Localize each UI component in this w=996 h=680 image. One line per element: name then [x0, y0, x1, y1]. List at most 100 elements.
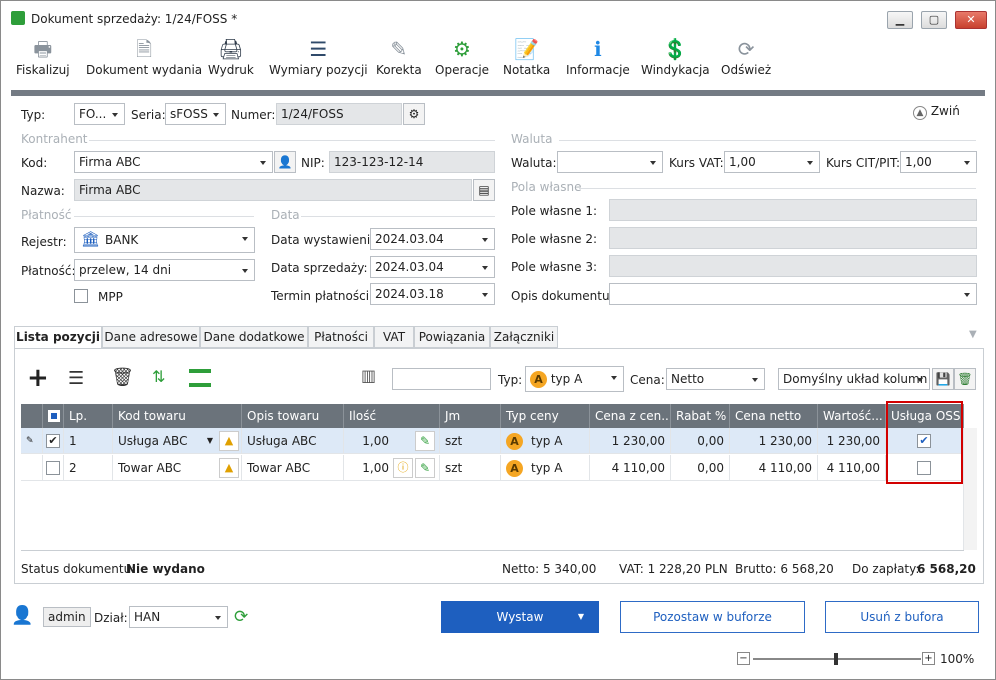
- user-badge[interactable]: admin: [43, 607, 91, 627]
- delete-icon[interactable]: 🗑: [111, 367, 134, 388]
- col-header-7[interactable]: Rabat %: [671, 404, 730, 428]
- zoom-thumb[interactable]: [834, 653, 838, 665]
- tab-3[interactable]: Płatności: [308, 326, 374, 348]
- edit-icon[interactable]: ✎: [415, 431, 435, 451]
- zoom-in-button[interactable]: +: [922, 652, 935, 665]
- toolbar-notatka[interactable]: 📝 Notatka: [503, 35, 550, 77]
- waluta-select[interactable]: [557, 151, 663, 173]
- tab-5[interactable]: Powiązania: [414, 326, 490, 348]
- zoom-out-button[interactable]: −: [737, 652, 750, 665]
- nip-field[interactable]: 123-123-12-14: [329, 151, 495, 173]
- cell-rabat[interactable]: 0,00: [671, 428, 730, 454]
- pole3-field[interactable]: [609, 255, 977, 277]
- address-card-button[interactable]: ▤: [473, 179, 495, 201]
- save-layout-button[interactable]: 💾: [932, 368, 954, 390]
- collapse-button[interactable]: ▲ Zwiń: [913, 104, 960, 120]
- data-sprz-picker[interactable]: 2024.03.04: [370, 256, 495, 278]
- cell-jm[interactable]: szt: [440, 428, 501, 454]
- tab-6[interactable]: Załączniki: [490, 326, 558, 348]
- opis-select[interactable]: [609, 283, 977, 305]
- toolbar-odśwież[interactable]: ⟳ Odśwież: [721, 35, 771, 77]
- row-checkbox[interactable]: ✔: [46, 434, 60, 448]
- cell-typ[interactable]: Atyp A: [501, 428, 590, 454]
- sort-icon[interactable]: ⇅: [152, 367, 165, 386]
- cell-marker[interactable]: ✎: [21, 428, 43, 454]
- row-checkbox[interactable]: [46, 461, 60, 475]
- cell-marker[interactable]: [21, 455, 43, 481]
- cell-wartosc[interactable]: 1 230,00: [818, 428, 886, 454]
- col-header-6[interactable]: Cena z cen...: [590, 404, 671, 428]
- warning-icon[interactable]: ⓘ: [393, 458, 413, 478]
- col-header-2[interactable]: Opis towaru: [242, 404, 344, 428]
- cell-netto[interactable]: 1 230,00: [730, 428, 818, 454]
- toolbar-operacje[interactable]: ⚙ Operacje: [435, 35, 489, 77]
- chevron-down-icon[interactable]: ▼: [207, 428, 213, 454]
- add-icon[interactable]: +: [27, 365, 49, 391]
- pozostaw-button[interactable]: Pozostaw w buforze: [620, 601, 805, 633]
- col-header-3[interactable]: Ilość: [344, 404, 440, 428]
- close-button[interactable]: ✕: [955, 11, 987, 29]
- toolbar-fiskalizuj[interactable]: 🖶 Fiskalizuj: [16, 35, 70, 77]
- tab-1[interactable]: Dane adresowe: [102, 326, 200, 348]
- toolbar-dokument-wydania[interactable]: 🗎 Dokument wydania: [86, 35, 202, 77]
- header-select-all[interactable]: [43, 404, 64, 428]
- barcode-input[interactable]: [392, 368, 491, 390]
- cell-lp[interactable]: 2: [64, 455, 113, 481]
- col-header-8[interactable]: Cena netto: [730, 404, 818, 428]
- tab-4[interactable]: VAT: [374, 326, 414, 348]
- delete-layout-button[interactable]: 🗑: [954, 368, 976, 390]
- tabs-collapse-icon[interactable]: ▼: [969, 329, 977, 340]
- cell-ilosc[interactable]: 1,00 ✎ ⓘ: [344, 455, 440, 481]
- seria-select[interactable]: sFOSS: [165, 103, 226, 125]
- barcode-icon[interactable]: ▥: [361, 366, 376, 385]
- toolbar-informacje[interactable]: ℹ Informacje: [566, 35, 630, 77]
- termin-picker[interactable]: 2024.03.18: [370, 283, 495, 305]
- usun-button[interactable]: Usuń z bufora: [825, 601, 979, 633]
- cell-netto[interactable]: 4 110,00: [730, 455, 818, 481]
- refresh-icon[interactable]: ⟳: [234, 607, 248, 627]
- add-list-icon[interactable]: ☰: [68, 368, 84, 389]
- platnosc-select[interactable]: przelew, 14 dni: [74, 259, 255, 281]
- cell-kod[interactable]: Usługa ABC ▲ ▼: [113, 428, 242, 454]
- cell-opis[interactable]: Towar ABC: [242, 455, 344, 481]
- cell-checkbox[interactable]: ✔: [43, 428, 64, 454]
- dzial-select[interactable]: HAN: [129, 606, 228, 628]
- numer-settings-button[interactable]: ⚙: [403, 103, 425, 125]
- tab-0[interactable]: Lista pozycji: [14, 326, 102, 350]
- col-header-4[interactable]: Jm: [440, 404, 501, 428]
- grid-cena-select[interactable]: Netto: [666, 368, 765, 390]
- maximize-button[interactable]: ▢: [921, 11, 947, 29]
- cell-cena_z[interactable]: 1 230,00: [590, 428, 671, 454]
- toolbar-wymiary-pozycji[interactable]: ☰ Wymiary pozycji: [269, 35, 368, 77]
- minimize-button[interactable]: ▁: [887, 11, 913, 29]
- columns-icon[interactable]: [189, 369, 211, 387]
- col-header-1[interactable]: Kod towaru: [113, 404, 242, 428]
- mpp-checkbox[interactable]: [74, 289, 88, 303]
- cell-checkbox[interactable]: [43, 455, 64, 481]
- toolbar-windykacja[interactable]: 💲 Windykacja: [641, 35, 710, 77]
- kod-select[interactable]: Firma ABC: [74, 151, 273, 173]
- cell-cena_z[interactable]: 4 110,00: [590, 455, 671, 481]
- layout-select[interactable]: Domyślny układ kolumn: [778, 368, 930, 390]
- nazwa-field[interactable]: Firma ABC: [74, 179, 472, 201]
- cell-lp[interactable]: 1: [64, 428, 113, 454]
- pole1-field[interactable]: [609, 199, 977, 221]
- contractor-picker-button[interactable]: 👤: [274, 151, 296, 173]
- grid-scrollbar[interactable]: [963, 428, 977, 550]
- cell-kod[interactable]: Towar ABC ▲: [113, 455, 242, 481]
- grid-typ-select[interactable]: A typ A: [525, 366, 624, 392]
- cell-typ[interactable]: Atyp A: [501, 455, 590, 481]
- tab-2[interactable]: Dane dodatkowe: [200, 326, 308, 348]
- table-row[interactable]: ✎ ✔ 1 Usługa ABC ▲ ▼ Usługa ABC 1,00 ✎ szt Atyp A1…: [21, 428, 964, 454]
- wystaw-button[interactable]: Wystaw ▼: [441, 601, 599, 633]
- col-header-9[interactable]: Wartość...: [818, 404, 886, 428]
- col-header-5[interactable]: Typ ceny: [501, 404, 590, 428]
- toolbar-korekta[interactable]: ✎ Korekta: [376, 35, 422, 77]
- cell-jm[interactable]: szt: [440, 455, 501, 481]
- rejestr-select[interactable]: 🏛 BANK: [74, 227, 255, 253]
- kurs-cit-select[interactable]: 1,00: [900, 151, 977, 173]
- table-row[interactable]: 2 Towar ABC ▲ Towar ABC 1,00 ✎ ⓘ szt Atyp A 4 110…: [21, 455, 964, 481]
- cell-opis[interactable]: Usługa ABC: [242, 428, 344, 454]
- numer-field[interactable]: 1/24/FOSS: [276, 103, 402, 125]
- pole2-field[interactable]: [609, 227, 977, 249]
